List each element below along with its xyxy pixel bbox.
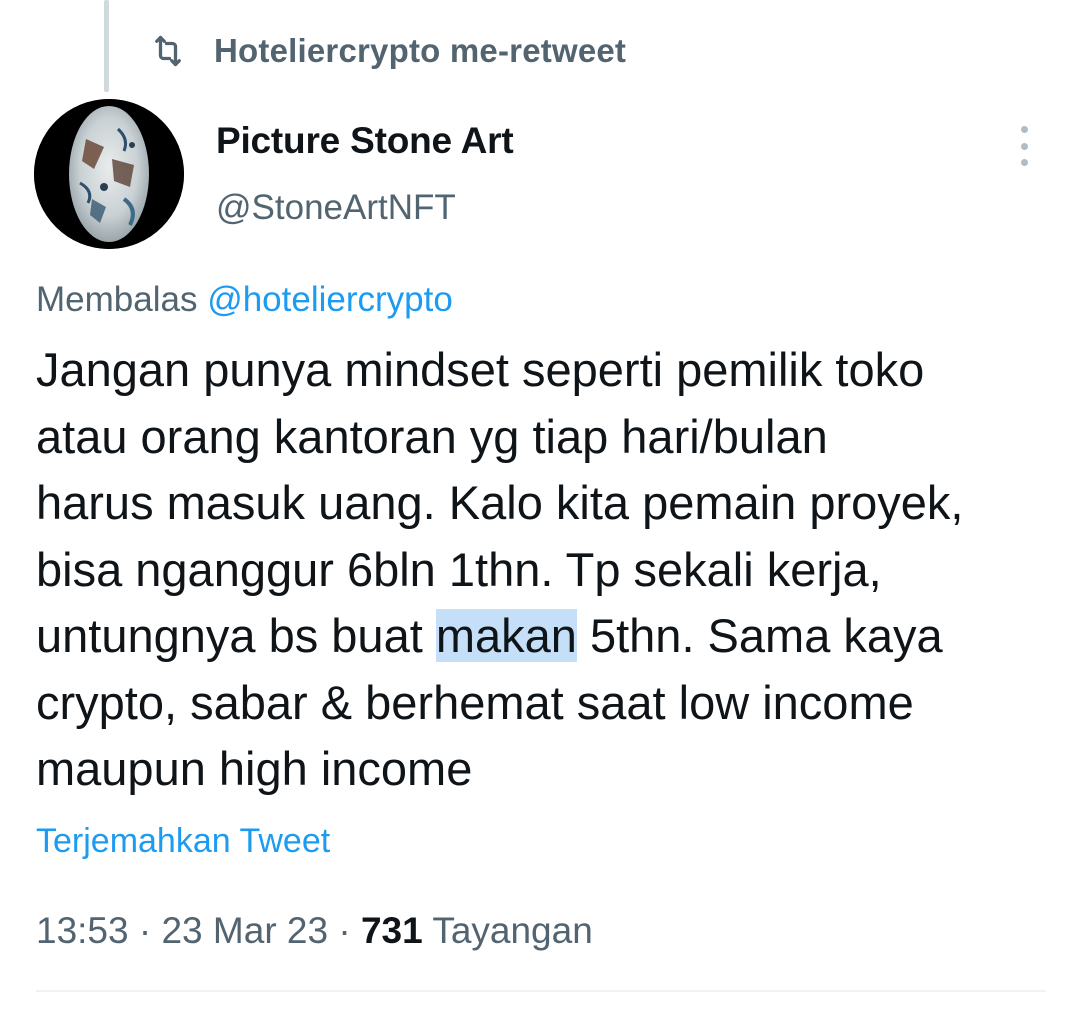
- more-options-button[interactable]: [1004, 124, 1044, 168]
- tweet-line: untungnya bs buat makan 5thn. Sama kaya: [36, 603, 1056, 670]
- tweet-line: harus masuk uang. Kalo kita pemain proye…: [36, 476, 964, 529]
- meta-separator: ·: [328, 910, 361, 951]
- reply-mention-link[interactable]: @hoteliercrypto: [207, 280, 453, 319]
- retweet-icon: [150, 33, 186, 69]
- tweet-line-segment: 5thn. Sama kaya: [576, 609, 943, 662]
- tweet-line: maupun high income: [36, 742, 473, 795]
- tweet-date[interactable]: 23 Mar 23: [161, 910, 328, 951]
- avatar[interactable]: [34, 99, 184, 249]
- divider: [36, 990, 1046, 992]
- tweet-line: bisa nganggur 6bln 1thn. Tp sekali kerja…: [36, 542, 882, 596]
- selected-word-highlight: makan: [435, 609, 577, 662]
- views-count[interactable]: 731: [361, 910, 423, 951]
- retweet-context[interactable]: Hoteliercrypto me-retweet: [150, 28, 626, 74]
- tweet-line-segment: untungnya bs buat: [36, 609, 436, 662]
- reply-prefix: Membalas: [36, 280, 198, 319]
- tweet-line: Jangan punya mindset seperti pemilik tok…: [36, 343, 925, 396]
- tweet-line: atau orang kantoran yg tiap hari/bulan: [36, 409, 828, 463]
- meta-separator: ·: [128, 910, 162, 951]
- reply-context: Membalas @hoteliercrypto: [36, 280, 453, 320]
- tweet-line: crypto, sabar & berhemat saat low income: [36, 675, 914, 729]
- views-label: Tayangan: [432, 910, 593, 951]
- stone-art-avatar-image: [34, 99, 184, 249]
- author-handle[interactable]: @StoneArtNFT: [216, 188, 456, 228]
- retweet-label[interactable]: Hoteliercrypto me-retweet: [214, 32, 626, 70]
- tweet-text: Jangan punya mindset seperti pemilik tok…: [36, 337, 1056, 803]
- author-display-name[interactable]: Picture Stone Art: [216, 120, 514, 162]
- more-vertical-icon: [1020, 126, 1028, 133]
- translate-tweet-link[interactable]: Terjemahkan Tweet: [36, 822, 330, 861]
- thread-connector-line: [104, 0, 109, 92]
- tweet-metadata: 13:53 · 23 Mar 23 · 731 Tayangan: [36, 910, 593, 952]
- tweet-time[interactable]: 13:53: [36, 910, 129, 951]
